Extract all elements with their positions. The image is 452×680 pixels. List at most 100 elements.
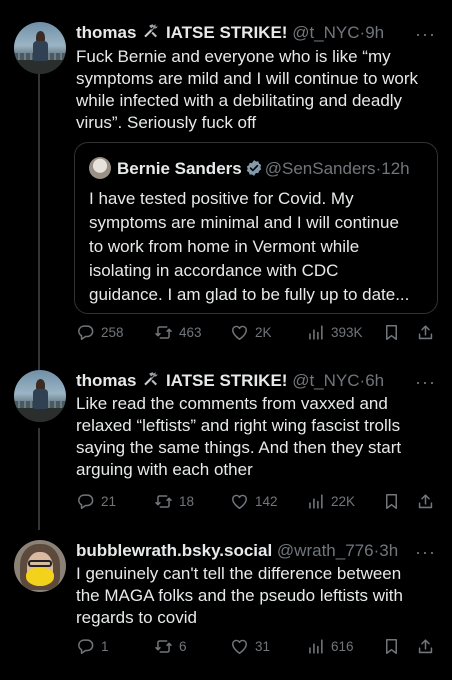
quoted-tweet[interactable]: Bernie Sanders @SenSanders·12h I have tes… xyxy=(74,142,438,314)
reply-button[interactable]: 258 xyxy=(76,321,124,343)
tweet-actions: 1 6 31 616 xyxy=(76,635,440,657)
share-button[interactable] xyxy=(416,635,435,657)
like-count: 142 xyxy=(255,493,278,509)
quote-avatar xyxy=(89,157,111,179)
quote-header: Bernie Sanders @SenSanders·12h xyxy=(89,157,410,180)
reply-count: 258 xyxy=(101,324,124,340)
reply-icon xyxy=(76,637,95,656)
views-icon xyxy=(306,492,325,511)
quote-author-name: Bernie Sanders xyxy=(117,159,242,178)
bookmark-button[interactable] xyxy=(382,635,401,657)
bookmark-button[interactable] xyxy=(382,490,401,512)
tweet-text-line: I genuinely can't tell the difference be… xyxy=(76,564,402,583)
verified-badge-icon xyxy=(245,159,263,177)
quote-timestamp: 12h xyxy=(381,159,410,178)
avatar[interactable] xyxy=(14,370,66,422)
repost-button[interactable]: 6 xyxy=(154,635,187,657)
reply-button[interactable]: 21 xyxy=(76,490,116,512)
bookmark-icon xyxy=(382,637,401,656)
quote-text-line: I have tested positive for Covid. My xyxy=(89,189,354,208)
tweet-text-line: the MAGA folks and the pseudo leftists w… xyxy=(76,586,403,605)
heart-icon xyxy=(230,323,249,342)
timestamp[interactable]: 9h xyxy=(365,23,384,42)
like-count: 2K xyxy=(255,324,272,340)
view-count: 616 xyxy=(331,638,354,654)
reply-icon xyxy=(76,492,95,511)
repost-count: 463 xyxy=(179,324,202,340)
tweet-text-line: Fuck Bernie and everyone who is like “my xyxy=(76,47,391,66)
more-options-icon[interactable]: ··· xyxy=(415,373,436,391)
like-button[interactable]: 31 xyxy=(230,635,270,657)
views-button[interactable]: 616 xyxy=(306,635,354,657)
bookmark-icon xyxy=(382,323,401,342)
share-icon xyxy=(416,637,435,656)
timestamp[interactable]: 6h xyxy=(365,371,384,390)
share-icon xyxy=(416,492,435,511)
tweet-text: Like read the comments from vaxxed and r… xyxy=(76,393,436,481)
hammer-wrench-icon xyxy=(141,22,161,40)
repost-icon xyxy=(154,492,173,511)
quote-text-line: symptoms are minimal and I will continue xyxy=(89,213,399,232)
tweet-text-line: symptoms are mild and I will continue to… xyxy=(76,69,419,88)
author-name[interactable]: thomas xyxy=(76,23,136,42)
author-name-suffix[interactable]: IATSE STRIKE! xyxy=(166,371,288,390)
bookmark-icon xyxy=(382,492,401,511)
tweet-header: bubblewrath.bsky.social @wrath_776·3h xyxy=(76,540,436,562)
tweet-text-line: while infected with a debilitating and d… xyxy=(76,91,403,110)
tweet-text-line: relaxed “leftists” and right wing fascis… xyxy=(76,416,401,435)
tweet-text-line: Like read the comments from vaxxed and xyxy=(76,394,388,413)
repost-icon xyxy=(154,637,173,656)
repost-count: 6 xyxy=(179,638,187,654)
tweet-actions: 21 18 142 22K xyxy=(76,490,440,512)
author-name[interactable]: bubblewrath.bsky.social xyxy=(76,541,272,560)
author-handle[interactable]: @t_NYC xyxy=(292,371,359,390)
timeline: thomas IATSE STRIKE! @t_NYC·9h ··· Fuck … xyxy=(0,0,452,680)
avatar[interactable] xyxy=(14,22,66,74)
more-options-icon[interactable]: ··· xyxy=(415,543,436,561)
tweet-header: thomas IATSE STRIKE! @t_NYC·9h xyxy=(76,22,436,44)
views-button[interactable]: 22K xyxy=(306,490,355,512)
avatar[interactable] xyxy=(14,540,66,592)
share-button[interactable] xyxy=(416,490,435,512)
author-name[interactable]: thomas xyxy=(76,371,136,390)
heart-icon xyxy=(230,637,249,656)
timestamp[interactable]: 3h xyxy=(379,541,398,560)
bookmark-button[interactable] xyxy=(382,321,401,343)
quote-text: I have tested positive for Covid. My sym… xyxy=(89,187,423,307)
views-icon xyxy=(306,637,325,656)
repost-icon xyxy=(154,323,173,342)
more-options-icon[interactable]: ··· xyxy=(415,25,436,43)
quote-text-line: guidance. I am glad to be fully up to da… xyxy=(89,285,410,304)
share-button[interactable] xyxy=(416,321,435,343)
author-handle[interactable]: @wrath_776 xyxy=(277,541,374,560)
views-icon xyxy=(306,323,325,342)
repost-button[interactable]: 463 xyxy=(154,321,202,343)
quote-text-line: isolating in accordance with CDC xyxy=(89,261,339,280)
view-count: 393K xyxy=(331,324,363,340)
view-count: 22K xyxy=(331,493,356,509)
like-button[interactable]: 142 xyxy=(230,490,278,512)
tweet-text: Fuck Bernie and everyone who is like “my… xyxy=(76,46,436,134)
tweet-text-line: regards to covid xyxy=(76,608,197,627)
repost-count: 18 xyxy=(179,493,195,509)
hammer-wrench-icon xyxy=(141,370,161,388)
repost-button[interactable]: 18 xyxy=(154,490,194,512)
quote-text-line: to work from home in Vermont while xyxy=(89,237,360,256)
tweet-text-line: saying the same things. And then they st… xyxy=(76,438,402,457)
like-button[interactable]: 2K xyxy=(230,321,272,343)
reply-count: 21 xyxy=(101,493,117,509)
tweet-text: I genuinely can't tell the difference be… xyxy=(76,563,436,629)
tweet-actions: 258 463 2K 393K xyxy=(76,321,440,343)
heart-icon xyxy=(230,492,249,511)
views-button[interactable]: 393K xyxy=(306,321,363,343)
tweet-text-line: virus”. Seriously fuck off xyxy=(76,113,257,132)
tweet-header: thomas IATSE STRIKE! @t_NYC·6h xyxy=(76,370,436,392)
reply-button[interactable]: 1 xyxy=(76,635,109,657)
author-handle[interactable]: @t_NYC xyxy=(292,23,359,42)
thread-connector-line xyxy=(38,74,40,370)
reply-count: 1 xyxy=(101,638,109,654)
author-name-suffix[interactable]: IATSE STRIKE! xyxy=(166,23,288,42)
thread-connector-line xyxy=(38,428,40,530)
reply-icon xyxy=(76,323,95,342)
quote-author-handle: @SenSanders xyxy=(264,159,376,178)
